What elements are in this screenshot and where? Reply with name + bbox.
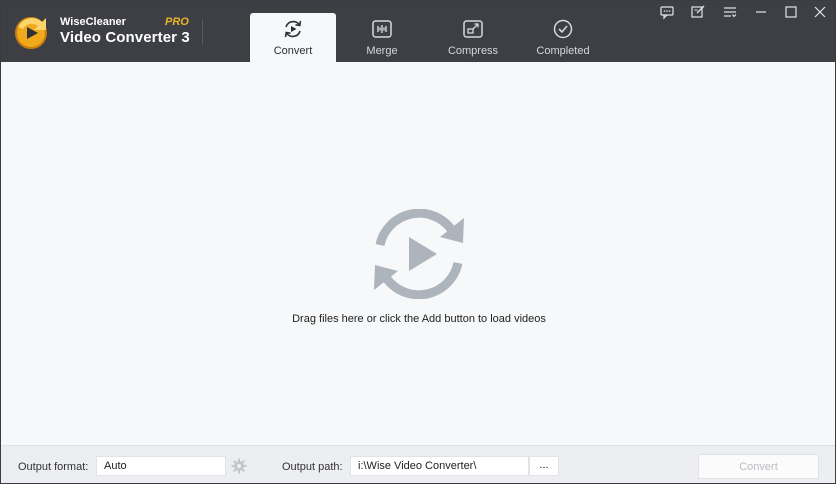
close-icon[interactable] bbox=[811, 4, 829, 20]
menu-icon[interactable] bbox=[721, 4, 739, 20]
minimize-icon[interactable] bbox=[752, 4, 770, 20]
drop-hint-text: Drag files here or click the Add button … bbox=[292, 313, 546, 325]
title-bar: WiseCleaner Video Converter 3 PRO Conver… bbox=[1, 1, 835, 62]
merge-icon bbox=[372, 20, 392, 38]
compress-icon bbox=[463, 20, 483, 38]
tab-convert[interactable]: Convert bbox=[250, 13, 336, 62]
app-title: Video Converter 3 bbox=[60, 29, 190, 46]
feedback-icon[interactable] bbox=[658, 4, 676, 20]
convert-button[interactable]: Convert bbox=[698, 454, 819, 479]
tab-convert-label: Convert bbox=[273, 45, 313, 57]
output-format-select[interactable]: Auto bbox=[96, 456, 226, 476]
maximize-icon[interactable] bbox=[782, 4, 800, 20]
tab-compress[interactable]: Compress bbox=[430, 13, 516, 62]
tab-completed-label: Completed bbox=[536, 45, 590, 57]
tab-completed[interactable]: Completed bbox=[520, 13, 606, 62]
browse-button[interactable]: ... bbox=[529, 456, 559, 476]
app-logo-icon bbox=[15, 17, 47, 49]
bottom-bar: Output format: Auto Output path: i:\Wise… bbox=[1, 445, 835, 483]
edition-badge: PRO bbox=[165, 16, 189, 28]
tab-merge-label: Merge bbox=[366, 45, 398, 57]
brand-company: WiseCleaner bbox=[60, 16, 126, 28]
drop-area[interactable]: Drag files here or click the Add button … bbox=[1, 62, 835, 445]
completed-icon bbox=[553, 19, 573, 39]
output-path-label: Output path: bbox=[282, 461, 343, 473]
title-divider bbox=[202, 19, 203, 45]
output-format-label: Output format: bbox=[18, 461, 89, 473]
register-icon[interactable] bbox=[689, 4, 707, 20]
tab-merge[interactable]: Merge bbox=[339, 13, 425, 62]
gear-icon[interactable] bbox=[231, 458, 247, 474]
app-window: WiseCleaner Video Converter 3 PRO Conver… bbox=[0, 0, 836, 484]
convert-video-icon bbox=[374, 209, 464, 299]
convert-icon bbox=[284, 20, 302, 38]
output-path-field[interactable]: i:\Wise Video Converter\ bbox=[350, 456, 529, 476]
tab-compress-label: Compress bbox=[447, 45, 499, 57]
